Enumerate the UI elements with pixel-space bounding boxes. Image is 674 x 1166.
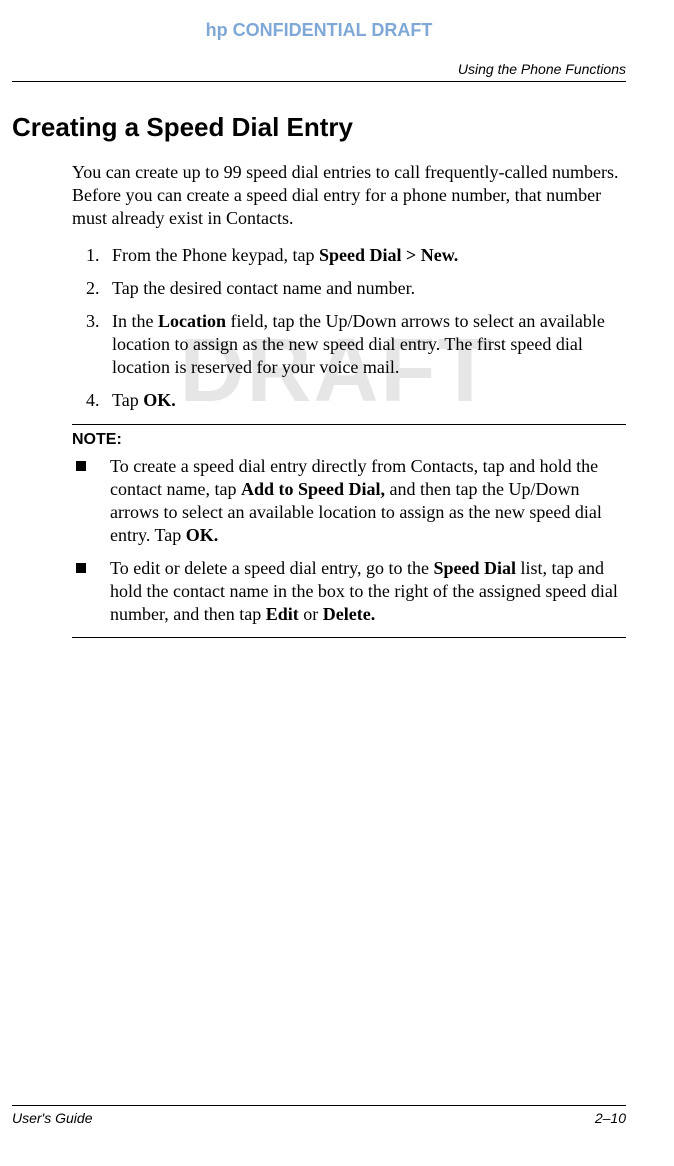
note-divider-bottom: [72, 637, 626, 638]
intro-paragraph: You can create up to 99 speed dial entri…: [72, 161, 626, 230]
step-1: From the Phone keypad, tap Speed Dial > …: [104, 244, 626, 267]
step-2: Tap the desired contact name and number.: [104, 277, 626, 300]
confidential-header: hp CONFIDENTIAL DRAFT: [12, 20, 626, 41]
header-rule: [12, 81, 626, 82]
page-footer: User's Guide 2–10: [12, 1105, 626, 1126]
step-3: In the Location field, tap the Up/Down a…: [104, 310, 626, 379]
steps-list: From the Phone keypad, tap Speed Dial > …: [104, 244, 626, 412]
note-item-2: To edit or delete a speed dial entry, go…: [74, 557, 626, 626]
note-divider-top: [72, 424, 626, 425]
note-list: To create a speed dial entry directly fr…: [74, 455, 626, 626]
footer-rule: [12, 1105, 626, 1106]
page-heading: Creating a Speed Dial Entry: [12, 112, 626, 143]
note-label: NOTE:: [72, 431, 626, 449]
chapter-title: Using the Phone Functions: [12, 61, 626, 77]
footer-doc-title: User's Guide: [12, 1110, 92, 1126]
note-item-1: To create a speed dial entry directly fr…: [74, 455, 626, 547]
footer-page-number: 2–10: [595, 1110, 626, 1126]
step-4: Tap OK.: [104, 389, 626, 412]
